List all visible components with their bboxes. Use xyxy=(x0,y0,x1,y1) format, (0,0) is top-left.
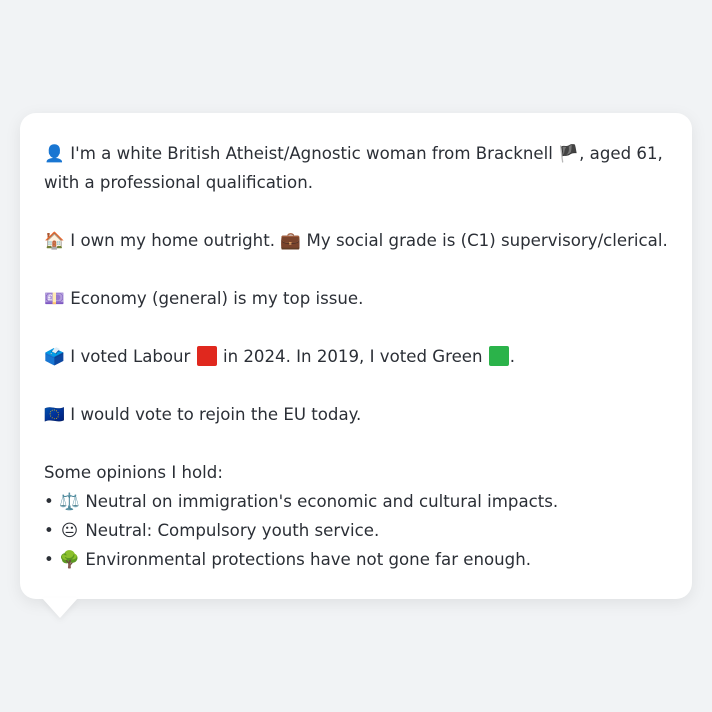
eu-flag-icon: 🇪🇺 xyxy=(44,405,65,424)
opinion-text: Neutral: Compulsory youth service. xyxy=(85,521,380,540)
opinion-text: Neutral on immigration's economic and cu… xyxy=(85,492,559,511)
intro-text: I'm a white British Atheist/Agnostic wom… xyxy=(70,144,553,163)
tree-icon: 🌳 xyxy=(59,550,80,569)
neutral-face-icon: 😐 xyxy=(60,521,79,540)
opinion-item: • 😐 Neutral: Compulsory youth service. xyxy=(44,516,668,545)
top-issue-text: Economy (general) is my top issue. xyxy=(70,289,364,308)
house-icon: 🏠 xyxy=(44,231,65,250)
intro-paragraph: 👤 I'm a white British Atheist/Agnostic w… xyxy=(44,139,668,197)
home-line: 🏠 I own my home outright. 💼 My social gr… xyxy=(44,226,668,255)
opinions-section: Some opinions I hold: • ⚖️ Neutral on im… xyxy=(44,458,668,574)
persona-card: 👤 I'm a white British Atheist/Agnostic w… xyxy=(20,113,692,599)
intro-line-2: with a professional qualification. xyxy=(44,173,313,192)
eu-paragraph: 🇪🇺 I would vote to rejoin the EU today. xyxy=(44,400,668,429)
labour-red-square-icon xyxy=(196,346,217,366)
social-grade-text: My social grade is (C1) supervisory/cler… xyxy=(306,231,668,250)
vote-text-2: in 2024. In 2019, I voted Green xyxy=(222,347,483,366)
bullet: • xyxy=(44,550,54,569)
vote-text-1: I voted Labour xyxy=(70,347,191,366)
person-icon: 👤 xyxy=(44,144,65,163)
home-paragraph: 🏠 I own my home outright. 💼 My social gr… xyxy=(44,226,668,255)
intro-line-1: 👤 I'm a white British Atheist/Agnostic w… xyxy=(44,139,668,168)
intro-age: , aged 61, xyxy=(579,144,663,163)
money-icon: 💷 xyxy=(44,289,65,308)
bullet: • xyxy=(44,492,54,511)
scales-icon: ⚖️ xyxy=(59,492,80,511)
speech-bubble-tail xyxy=(42,598,78,618)
opinion-text: Environmental protections have not gone … xyxy=(85,550,532,569)
home-ownership-text: I own my home outright. xyxy=(70,231,275,250)
england-flag-icon: 🏴 xyxy=(558,144,579,163)
ballot-box-icon: 🗳️ xyxy=(44,347,65,366)
opinions-heading: Some opinions I hold: xyxy=(44,463,223,482)
opinion-item: • 🌳 Environmental protections have not g… xyxy=(44,545,668,574)
briefcase-icon: 💼 xyxy=(280,231,302,250)
vote-paragraph: 🗳️ I voted Labour in 2024. In 2019, I vo… xyxy=(44,342,668,371)
vote-line: 🗳️ I voted Labour in 2024. In 2019, I vo… xyxy=(44,342,668,371)
vote-text-3: . xyxy=(509,347,516,366)
issue-paragraph: 💷 Economy (general) is my top issue. xyxy=(44,284,668,313)
eu-text: I would vote to rejoin the EU today. xyxy=(70,405,362,424)
issue-line: 💷 Economy (general) is my top issue. xyxy=(44,284,668,313)
green-square-icon xyxy=(488,346,509,366)
eu-line: 🇪🇺 I would vote to rejoin the EU today. xyxy=(44,400,668,429)
bullet: • xyxy=(44,521,54,540)
opinion-item: • ⚖️ Neutral on immigration's economic a… xyxy=(44,487,668,516)
